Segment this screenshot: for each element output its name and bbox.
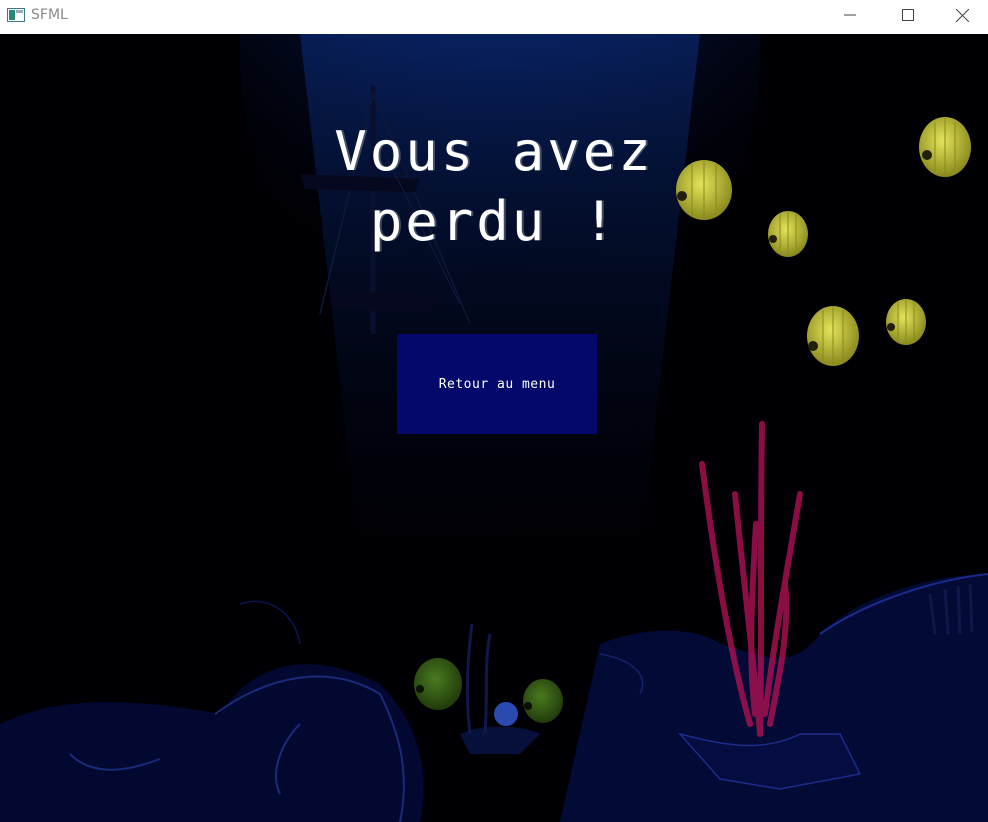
close-icon xyxy=(956,8,969,22)
game-scene: Vous avez perdu ! Retour au menu xyxy=(0,34,988,822)
back-to-menu-label: Retour au menu xyxy=(438,376,556,392)
pearl xyxy=(494,702,518,726)
maximize-icon xyxy=(902,9,914,21)
back-to-menu-button[interactable]: Retour au menu xyxy=(397,334,597,434)
maximize-button[interactable] xyxy=(879,0,937,30)
close-button[interactable] xyxy=(937,0,988,30)
sfml-window-icon xyxy=(7,8,25,22)
game-over-title-line2: perdu ! xyxy=(369,190,619,253)
window-title: SFML xyxy=(31,7,68,23)
minimize-button[interactable] xyxy=(821,0,879,30)
minimize-icon xyxy=(844,14,856,16)
game-over-title-line1: Vous avez xyxy=(334,120,654,183)
title-bar[interactable]: SFML xyxy=(0,0,988,34)
app-window: SFML Vous avez perdu ! Retour au menu xyxy=(0,0,988,822)
